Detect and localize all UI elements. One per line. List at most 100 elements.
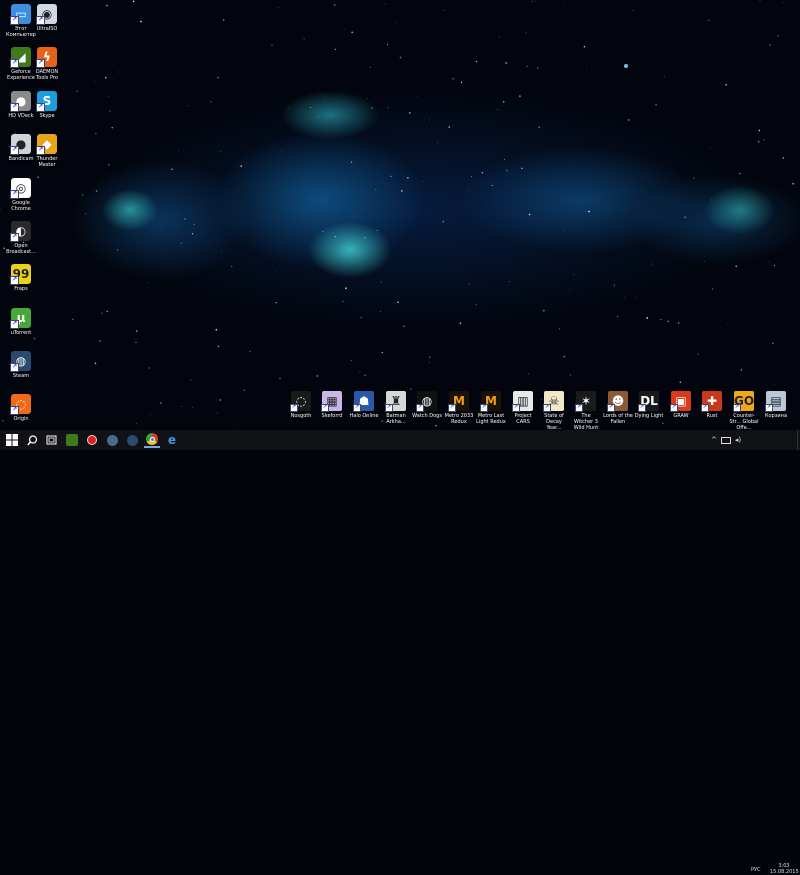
search-button[interactable] — [24, 432, 40, 448]
shortcut-label: DAEMON Tools Pro — [30, 69, 64, 81]
desktop-shortcut-halo[interactable]: ☗↗ Halo Online — [349, 391, 379, 419]
desktop-shortcut-csgo[interactable]: GO↗ Counter-Str... Global Offe... — [729, 391, 759, 431]
pcars-icon: ▥↗ — [513, 391, 533, 411]
starfield — [0, 0, 800, 430]
steam-icon — [127, 435, 138, 446]
csgo-icon: GO↗ — [734, 391, 754, 411]
clock[interactable]: 3:03 15.08.2015 — [770, 863, 798, 875]
shortcut-label: Batman Arkha... — [381, 413, 411, 425]
shortcut-arrow-icon: ↗ — [290, 404, 298, 412]
shortcut-arrow-icon: ↗ — [36, 59, 45, 68]
taskbar-steam-alt[interactable] — [124, 432, 140, 448]
shortcut-arrow-icon: ↗ — [385, 404, 393, 412]
task-view-icon — [46, 435, 57, 445]
shortcut-label: Metro Last Light Redux — [476, 413, 506, 425]
shortcut-label: Open Broadcast... — [4, 243, 38, 255]
shortcut-label: State of Decay Year... — [539, 413, 569, 431]
desktop-shortcut-nosgoth[interactable]: ◌↗Nosgoth — [286, 391, 316, 419]
desktop-shortcut-sod[interactable]: ☠↗ State of Decay Year... — [539, 391, 569, 431]
start-button[interactable] — [4, 432, 20, 448]
graw-icon: ▣↗ — [671, 391, 691, 411]
volume-icon: ◂) — [735, 436, 741, 444]
hdvdeck-icon: ●↗ — [11, 91, 31, 111]
desktop-shortcut-batman[interactable]: ♜↗ Batman Arkha... — [381, 391, 411, 425]
this-pc-icon: ▭↗ — [11, 4, 31, 24]
shortcut-arrow-icon: ↗ — [353, 404, 361, 412]
lordsfallen-icon: ☻↗ — [608, 391, 628, 411]
edge-icon: e — [168, 434, 176, 446]
shortcut-label: Counter-Str... Global Offe... — [729, 413, 759, 431]
shortcut-label: Steam — [4, 373, 38, 379]
shortcut-arrow-icon: ↗ — [10, 363, 19, 372]
steam-icon — [107, 435, 118, 446]
shortcut-label: Halo Online — [349, 413, 379, 419]
shortcut-arrow-icon: ↗ — [416, 404, 424, 412]
desktop-shortcut-thunder[interactable]: ◆↗ Thunder Master — [30, 134, 64, 168]
desktop-shortcut-steam[interactable]: ◍↗ Steam — [4, 351, 38, 379]
shortcut-label: Thunder Master — [30, 156, 64, 168]
metro2033-icon: M↗ — [449, 391, 469, 411]
language-indicator[interactable]: РУС — [751, 867, 761, 873]
desktop-shortcut-rust[interactable]: ✚↗Rust — [697, 391, 727, 419]
dyinglight-icon: DL↗ — [639, 391, 659, 411]
desktop-shortcut-chrome[interactable]: ◎↗Google Chrome — [4, 178, 38, 212]
desktop-shortcut-witcher[interactable]: ✶↗The Witcher 3 Wild Hunt — [571, 391, 601, 431]
tray-volume[interactable]: ◂) — [730, 432, 746, 448]
shortcut-arrow-icon: ↗ — [480, 404, 488, 412]
task-view-button[interactable] — [43, 432, 59, 448]
shortcut-arrow-icon: ↗ — [10, 103, 19, 112]
desktop-shortcut-lordsfallen[interactable]: ☻↗ Lords of the Fallen — [603, 391, 633, 425]
desktop-shortcut-origin[interactable]: ◌↗ Origin — [4, 394, 38, 422]
desktop-shortcut-skype[interactable]: S↗Skype — [30, 91, 64, 119]
shortcut-label: uTorrent — [4, 330, 38, 336]
shortcut-arrow-icon: ↗ — [10, 146, 19, 155]
batman-icon: ♜↗ — [386, 391, 406, 411]
shortcut-arrow-icon: ↗ — [10, 59, 19, 68]
taskbar-bandicam[interactable] — [84, 432, 100, 448]
shortcut-arrow-icon: ↗ — [10, 16, 19, 25]
desktop-shortcut-metro2033[interactable]: M↗ Metro 2033 Redux — [444, 391, 474, 425]
desktop-shortcut-ultraiso[interactable]: ◉↗ UltraISO — [30, 4, 64, 32]
taskbar-nvidia[interactable] — [64, 432, 80, 448]
rust-icon: ✚↗ — [702, 391, 722, 411]
shortcut-label: UltraISO — [30, 26, 64, 32]
shortcut-arrow-icon: ↗ — [670, 404, 678, 412]
taskbar-chrome[interactable] — [144, 432, 160, 448]
shortcut-arrow-icon: ↗ — [512, 404, 520, 412]
recycle-icon: ▤↗ — [766, 391, 786, 411]
search-icon — [27, 435, 38, 446]
shortcut-label: Metro 2033 Redux — [444, 413, 474, 425]
shortcut-arrow-icon: ↗ — [10, 276, 19, 285]
desktop-shortcut-obs[interactable]: ◐↗Open Broadcast... — [4, 221, 38, 255]
shortcut-arrow-icon: ↗ — [543, 404, 551, 412]
ultraiso-icon: ◉↗ — [37, 4, 57, 24]
halo-icon: ☗↗ — [354, 391, 374, 411]
desktop-shortcut-pcars[interactable]: ▥↗Project CARS — [508, 391, 538, 425]
shortcut-label: Fraps — [4, 286, 38, 292]
desktop-shortcut-recycle[interactable]: ▤↗Корзина — [761, 391, 791, 419]
shortcut-label: Lords of the Fallen — [603, 413, 633, 425]
taskbar-steam[interactable] — [104, 432, 120, 448]
shortcut-label: Origin — [4, 416, 38, 422]
metrolast-icon: M↗ — [481, 391, 501, 411]
desktop-shortcut-watchdogs[interactable]: ◍↗Watch Dogs — [412, 391, 442, 419]
steam-icon: ◍↗ — [11, 351, 31, 371]
desktop-shortcut-dyinglight[interactable]: DL↗ Dying Light — [634, 391, 664, 419]
desktop-shortcut-daemon[interactable]: ϟ↗DAEMON Tools Pro — [30, 47, 64, 81]
desktop-shortcut-fraps[interactable]: 99↗ Fraps — [4, 264, 38, 292]
shortcut-label: Dying Light — [634, 413, 664, 419]
thunder-icon: ◆↗ — [37, 134, 57, 154]
desktop-shortcut-graw[interactable]: ▣↗GRAW — [666, 391, 696, 419]
shortcut-arrow-icon: ↗ — [321, 404, 329, 412]
shortcut-arrow-icon: ↗ — [607, 404, 615, 412]
fraps-icon: 99↗ — [11, 264, 31, 284]
sod-icon: ☠↗ — [544, 391, 564, 411]
shortcut-label: Watch Dogs — [412, 413, 442, 419]
desktop-shortcut-metrolast[interactable]: M↗ Metro Last Light Redux — [476, 391, 506, 425]
desktop-shortcut-utorrent[interactable]: μ↗uTorrent — [4, 308, 38, 336]
desktop-shortcut-skyforge[interactable]: ▦↗Skeforrd — [317, 391, 347, 419]
taskbar-edge[interactable]: e — [164, 432, 180, 448]
skyforge-icon: ▦↗ — [322, 391, 342, 411]
origin-icon: ◌↗ — [11, 394, 31, 414]
shortcut-arrow-icon: ↗ — [36, 103, 45, 112]
